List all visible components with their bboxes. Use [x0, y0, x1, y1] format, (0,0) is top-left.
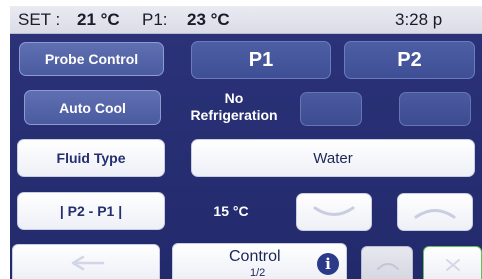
p2-p1-difference-button[interactable]: | P2 - P1 |	[17, 192, 165, 230]
page-indicator: 1/2	[250, 267, 266, 279]
disabled-button-1	[300, 92, 362, 126]
probe-control-button[interactable]: Probe Control	[19, 42, 164, 76]
down-chevron-icon	[313, 206, 355, 216]
set-temperature: 21 °C	[77, 10, 120, 29]
increase-button[interactable]	[397, 193, 473, 231]
status-bar: SET : 21 °C P1: 23 °C 3:28 p	[10, 6, 482, 34]
clock-time: 3:28 p	[395, 10, 443, 29]
p1-label: P1:	[142, 10, 168, 29]
close-icon	[446, 259, 460, 271]
tab-p1[interactable]: P1	[191, 41, 331, 79]
close-button[interactable]	[423, 246, 482, 279]
disabled-button-2	[399, 92, 471, 126]
control-menu-button[interactable]: Control 1/2 i	[172, 243, 347, 279]
set-label: SET :	[18, 10, 61, 29]
left-arrow-icon	[71, 255, 105, 271]
info-icon[interactable]: i	[317, 253, 339, 275]
up-chevron-icon	[414, 209, 456, 219]
tab-p2[interactable]: P2	[344, 41, 475, 79]
nav-button-gray[interactable]	[361, 246, 413, 279]
control-label: Control	[229, 248, 281, 265]
fluid-type-button[interactable]: Fluid Type	[17, 139, 165, 177]
p1-temperature: 23 °C	[187, 10, 230, 29]
up-chevron-icon	[377, 263, 399, 270]
fluid-value-field[interactable]: Water	[191, 139, 475, 177]
back-button[interactable]	[12, 244, 160, 279]
difference-value: 15 °C	[213, 203, 249, 219]
refrigeration-status: No Refrigeration	[190, 90, 278, 123]
controller-screen: SET : 21 °C P1: 23 °C 3:28 p Probe Contr…	[0, 0, 482, 279]
decrease-button[interactable]	[296, 193, 372, 231]
auto-cool-button[interactable]: Auto Cool	[24, 90, 161, 125]
